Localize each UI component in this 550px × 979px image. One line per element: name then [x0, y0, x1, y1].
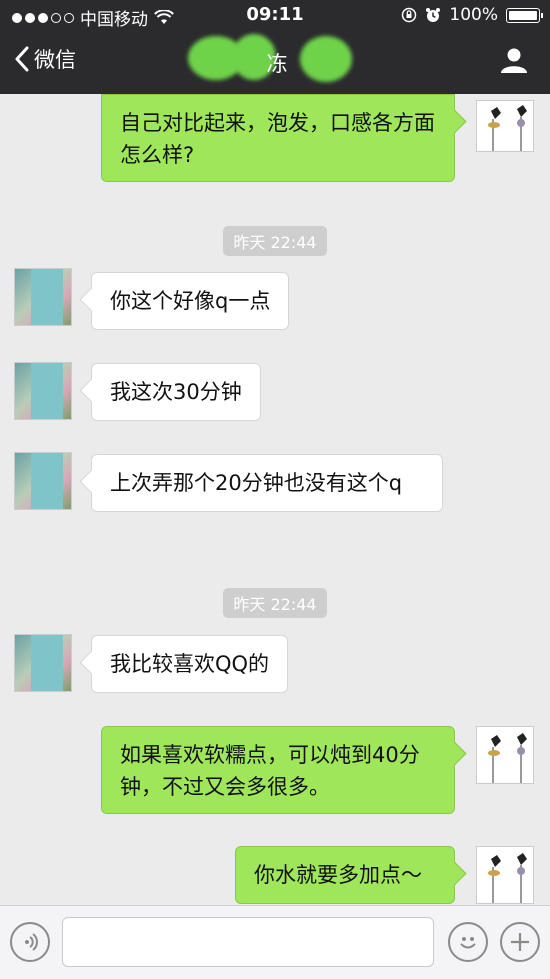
rotation-lock-icon	[402, 7, 417, 23]
message-bubble-outgoing[interactable]: 自己对比起来，泡发，口感各方面怎么样?	[101, 94, 455, 182]
bird-avatar-icon	[488, 105, 527, 151]
avatar-contact[interactable]	[14, 362, 72, 420]
timestamp: 昨天 22:44	[0, 226, 550, 256]
timestamp: 昨天 22:44	[0, 588, 550, 618]
header: 中国移动 09:11 100% 微信 冻	[0, 0, 550, 94]
chat-title: 冻	[266, 52, 288, 76]
navbar: 微信 冻	[0, 30, 550, 94]
person-icon	[501, 48, 527, 73]
voice-icon	[25, 933, 38, 951]
avatar-contact[interactable]	[14, 452, 72, 510]
more-button[interactable]	[500, 922, 540, 962]
avatar-contact[interactable]	[14, 634, 72, 692]
bird-avatar-icon	[488, 853, 527, 903]
emoji-button[interactable]	[448, 922, 488, 962]
contact-info-button[interactable]	[500, 46, 528, 78]
message-bubble-incoming[interactable]: 上次弄那个20分钟也没有这个q	[91, 454, 443, 512]
message-bubble-outgoing[interactable]: 如果喜欢软糯点，可以炖到40分钟，不过又会多很多。	[101, 726, 455, 814]
avatar-contact[interactable]	[14, 268, 72, 326]
voice-button[interactable]	[10, 922, 50, 962]
avatar-self[interactable]	[476, 100, 534, 152]
battery-percent: 100%	[449, 5, 498, 25]
bird-avatar-icon	[488, 733, 527, 783]
avatar-self[interactable]	[476, 846, 534, 904]
status-bar: 中国移动 09:11 100%	[0, 0, 550, 30]
plus-icon	[511, 933, 529, 951]
alarm-icon	[426, 8, 441, 22]
smiley-icon	[460, 937, 476, 949]
message-bubble-outgoing[interactable]: 你水就要多加点～	[235, 846, 455, 904]
battery-icon	[506, 7, 543, 23]
message-bubble-incoming[interactable]: 我这次30分钟	[91, 363, 261, 421]
message-bubble-incoming[interactable]: 我比较喜欢QQ的	[91, 635, 289, 693]
message-input[interactable]	[62, 917, 434, 967]
avatar-self[interactable]	[476, 726, 534, 784]
input-bar	[0, 905, 550, 979]
chat-area[interactable]: 自己对比起来，泡发，口感各方面怎么样? 昨天 22:44 你这个好像q一点 我这…	[0, 94, 550, 905]
message-bubble-incoming[interactable]: 你这个好像q一点	[91, 272, 290, 330]
